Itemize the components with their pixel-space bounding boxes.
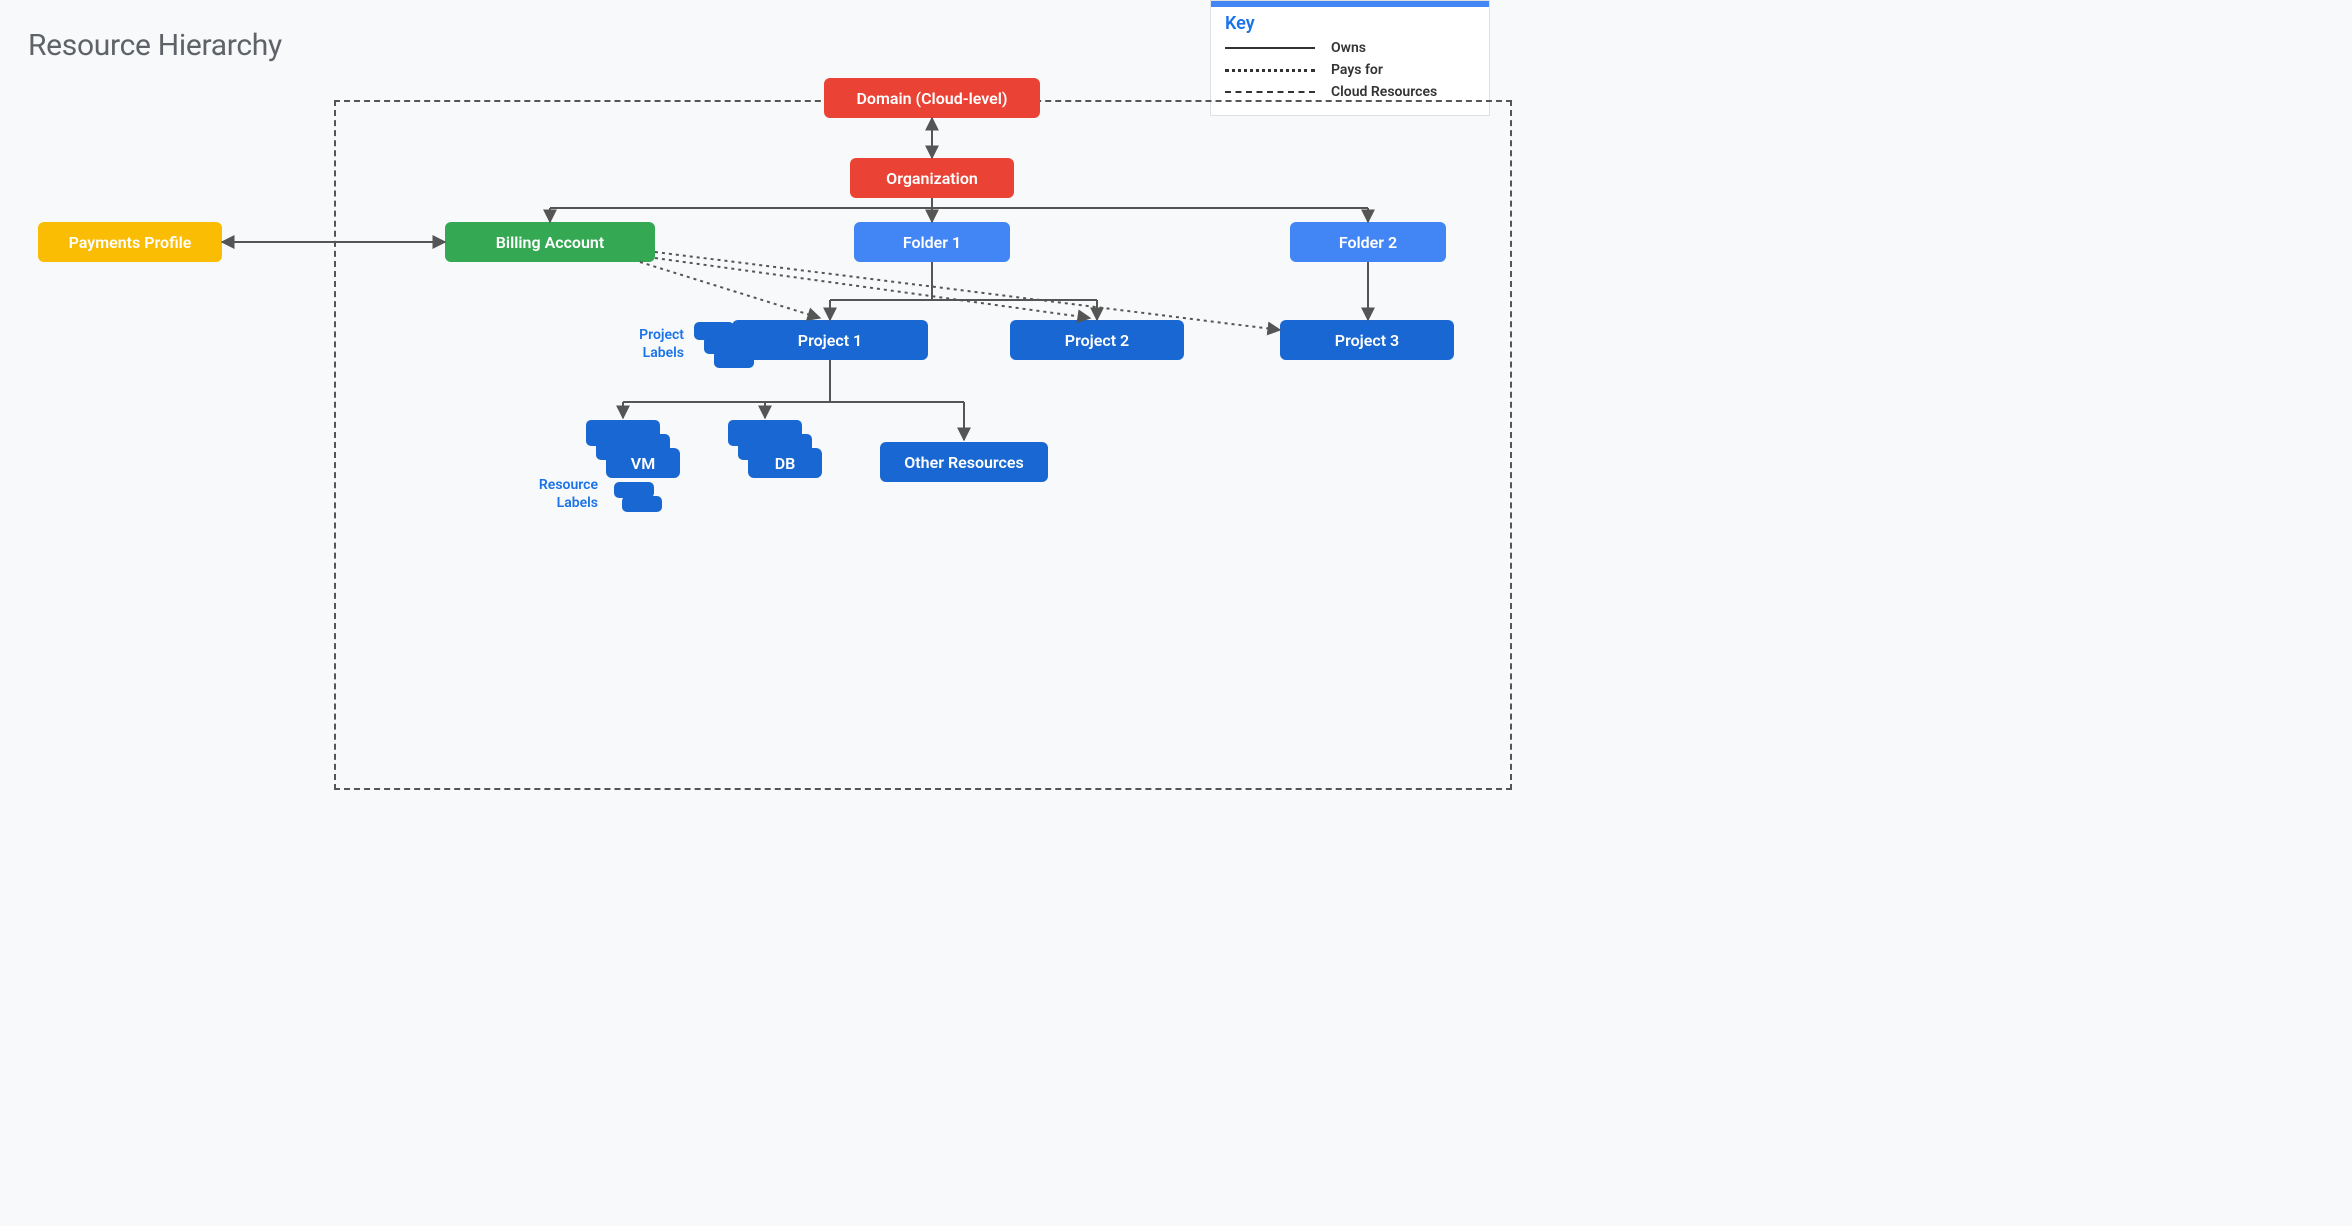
legend-heading: Key (1225, 13, 1475, 34)
legend-owns-label: Owns (1331, 40, 1366, 57)
node-project-2: Project 2 (1010, 320, 1184, 360)
legend-panel: Key Owns Pays for Cloud Resources (1210, 0, 1490, 116)
node-vm: VM (606, 448, 680, 478)
legend-row-cloud: Cloud Resources (1225, 84, 1475, 101)
node-db: DB (748, 448, 822, 478)
node-project-3: Project 3 (1280, 320, 1454, 360)
legend-line-solid-icon (1225, 47, 1315, 49)
node-project-1: Project 1 (732, 320, 928, 360)
node-payments-profile: Payments Profile (38, 222, 222, 262)
legend-row-owns: Owns (1225, 40, 1475, 57)
legend-row-paysfor: Pays for (1225, 62, 1475, 79)
node-domain: Domain (Cloud-level) (824, 78, 1040, 118)
project-labels-chip (714, 350, 754, 368)
project-labels-text: ProjectLabels (614, 326, 684, 362)
node-other-resources: Other Resources (880, 442, 1048, 482)
legend-line-dotted-icon (1225, 69, 1315, 72)
vm-label-chip (622, 496, 662, 512)
node-billing-account: Billing Account (445, 222, 655, 262)
legend-paysfor-label: Pays for (1331, 62, 1383, 79)
legend-cloud-label: Cloud Resources (1331, 84, 1437, 101)
node-organization: Organization (850, 158, 1014, 198)
node-folder-1: Folder 1 (854, 222, 1010, 262)
legend-line-dashed-icon (1225, 91, 1315, 93)
resource-labels-text: ResourceLabels (508, 476, 598, 512)
node-folder-2: Folder 2 (1290, 222, 1446, 262)
page-title: Resource Hierarchy (28, 28, 282, 63)
